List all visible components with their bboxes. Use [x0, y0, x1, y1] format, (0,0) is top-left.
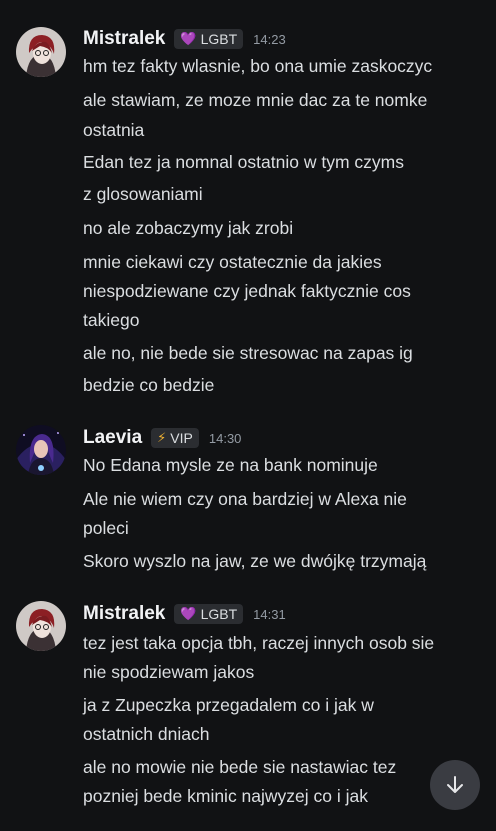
scroll-to-bottom-button[interactable]	[430, 760, 480, 810]
message-line: tez jest taka opcja tbh, raczej innych o…	[83, 633, 435, 653]
message-line: no ale zobaczymy jak zrobi	[83, 218, 294, 238]
lightning-icon: ⚡	[157, 430, 167, 445]
message-line: ale no mowie nie bede sie nastawiac tez	[83, 757, 397, 777]
role-tag[interactable]: ⚡ VIP	[151, 428, 199, 448]
message-line: takiego	[83, 310, 140, 330]
message-header: Laevia ⚡ VIP 14:30	[83, 425, 241, 451]
message-line: ale stawiam, ze moze mnie dac za te nomk…	[83, 90, 428, 110]
message-line: nie spodziewam jakos	[83, 662, 255, 682]
role-tag[interactable]: 💜 LGBT	[174, 29, 244, 49]
message-header: Mistralek 💜 LGBT 14:31	[83, 601, 286, 627]
message-line: niespodziewane czy jednak faktycznie cos	[83, 281, 411, 301]
purple-heart-icon: 💜	[180, 31, 197, 46]
arrow-down-icon	[447, 776, 463, 793]
username[interactable]: Mistralek	[83, 28, 165, 50]
message-line: No Edana mysle ze na bank nominuje	[83, 455, 378, 475]
username[interactable]: Mistralek	[83, 603, 165, 625]
avatar-mistralek[interactable]	[16, 601, 66, 651]
username[interactable]: Laevia	[83, 427, 142, 449]
message-line: Skoro wyszlo na jaw, ze we dwójkę trzyma…	[83, 551, 427, 571]
avatar-mistralek[interactable]	[16, 27, 66, 77]
message-line: poleci	[83, 518, 129, 538]
message-line: ale no, nie bede sie stresowac na zapas …	[83, 343, 413, 363]
message-line: pozniej bede kminic najwyzej co i jak	[83, 786, 368, 806]
role-tag-label: LGBT	[200, 31, 238, 47]
message-line: Ale nie wiem czy ona bardziej w Alexa ni…	[83, 489, 407, 509]
message-header: Mistralek 💜 LGBT 14:23	[83, 26, 286, 52]
message-line: ostatnia	[83, 120, 145, 140]
message-line: bedzie co bedzie	[83, 375, 215, 395]
role-tag[interactable]: 💜 LGBT	[174, 604, 244, 624]
message-line: ja z Zupeczka przegadalem co i jak w	[83, 695, 374, 715]
purple-heart-icon: 💜	[180, 606, 197, 621]
message-line: mnie ciekawi czy ostatecznie da jakies	[83, 252, 382, 272]
avatar-laevia[interactable]	[16, 425, 66, 475]
timestamp: 14:30	[208, 430, 242, 446]
role-tag-label: LGBT	[200, 606, 238, 622]
role-tag-label: VIP	[170, 430, 193, 446]
message-line: ostatnich dniach	[83, 724, 210, 744]
message-line: hm tez fakty wlasnie, bo ona umie zaskoc…	[83, 56, 433, 76]
message-line: z glosowaniami	[83, 184, 203, 204]
timestamp: 14:23	[253, 31, 286, 47]
message-line: Edan tez ja nomnal ostatnio w tym czyms	[83, 152, 404, 172]
timestamp: 14:31	[253, 606, 286, 622]
